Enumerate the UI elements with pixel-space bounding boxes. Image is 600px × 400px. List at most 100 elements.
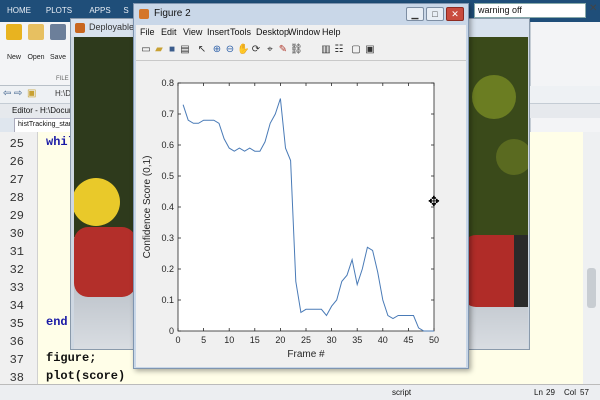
colorbar-icon[interactable]: ▥ <box>320 44 332 56</box>
line-number: 25 <box>9 137 24 151</box>
menu-file[interactable]: File <box>140 27 155 37</box>
editor-scrollbar[interactable] <box>583 132 600 384</box>
menu-view[interactable]: View <box>183 27 202 37</box>
matlab-icon <box>75 23 85 33</box>
status-col: 57 <box>580 388 589 397</box>
y-tick-label: 0.4 <box>161 202 174 212</box>
x-tick-label: 10 <box>224 335 234 345</box>
rotate-icon[interactable]: ⟳ <box>250 44 262 56</box>
zoom-out-icon[interactable]: ⊖ <box>224 44 236 56</box>
status-ln: 29 <box>546 388 555 397</box>
y-axis-label: Confidence Score (0,1) <box>142 156 153 259</box>
pan-hand-icon[interactable]: ✋ <box>237 44 249 56</box>
move-cursor-icon: ✥ <box>428 193 440 209</box>
open-button-label: Open <box>27 54 45 61</box>
tab-home[interactable]: HOME <box>4 0 34 22</box>
editor-file-tab[interactable]: histTracking_start <box>14 118 76 132</box>
x-tick-label: 30 <box>327 335 337 345</box>
line-number-gutter: 25 26 27 28 29 30 31 32 33 34 35 36 37 38 <box>0 132 38 385</box>
line-number: 36 <box>9 335 24 349</box>
save-button[interactable]: Save <box>46 24 70 61</box>
y-tick-label: 0.5 <box>161 171 174 181</box>
x-axis-label: Frame # <box>287 349 325 360</box>
open-file-icon[interactable]: ▰ <box>153 44 165 56</box>
line-number: 33 <box>9 281 24 295</box>
x-tick-label: 45 <box>403 335 413 345</box>
brush-icon[interactable]: ✎ <box>277 44 289 56</box>
data-cursor-icon[interactable]: ⌖ <box>264 44 276 56</box>
zoom-in-icon[interactable]: ⊕ <box>211 44 223 56</box>
show-plot-tools-icon[interactable]: ▣ <box>364 44 376 56</box>
y-tick-label: 0.7 <box>161 109 174 119</box>
open-folder-icon <box>28 24 44 40</box>
x-tick-label: 40 <box>378 335 388 345</box>
figure-canvas[interactable]: 0 5 10 15 20 25 30 35 40 45 50 0 0.1 0.2 0.3 0.4 0.5 0.6 0… <box>136 61 466 367</box>
legend-icon[interactable]: ☷ <box>333 44 345 56</box>
status-bar: script Ln 29 Col 57 <box>0 384 600 400</box>
maximize-button[interactable]: □ <box>426 7 444 21</box>
link-icon[interactable]: ⛓ <box>290 44 303 56</box>
save-button-label: Save <box>50 54 66 61</box>
figure-icon <box>139 9 149 19</box>
line-number: 34 <box>9 299 24 313</box>
menu-help[interactable]: Help <box>322 27 341 37</box>
menu-tools[interactable]: Tools <box>230 27 251 37</box>
x-tick-label: 5 <box>201 335 206 345</box>
y-tick-label: 0.2 <box>161 264 174 274</box>
x-tick-label: 50 <box>429 335 439 345</box>
file-section-label: FILE <box>56 76 69 82</box>
y-tick-label: 0.1 <box>161 295 174 305</box>
close-button[interactable]: ✕ <box>446 7 464 21</box>
figure-window[interactable]: Figure 2 ▁ □ ✕ File Edit View Insert Too… <box>133 3 469 369</box>
select-arrow-icon[interactable]: ↖ <box>196 44 208 56</box>
line-number: 30 <box>9 227 24 241</box>
line-number: 26 <box>9 155 24 169</box>
new-button[interactable]: New <box>2 24 26 61</box>
new-plus-icon <box>6 24 22 40</box>
figure-menubar: File Edit View Insert Tools Desktop Wind… <box>136 25 466 41</box>
editor-title: Editor - H:\Docum <box>12 106 76 115</box>
x-tick-label: 15 <box>250 335 260 345</box>
x-tick-label: 20 <box>275 335 285 345</box>
hide-plot-tools-icon[interactable]: ▢ <box>350 44 362 56</box>
minimize-button[interactable]: ▁ <box>406 7 424 21</box>
menu-desktop[interactable]: Desktop <box>256 27 289 37</box>
status-col-label: Col <box>564 388 577 397</box>
figure-title: Figure 2 <box>154 8 191 19</box>
figure-toolbar: ▭ ▰ ■ ▤ ↖ ⊕ ⊖ ✋ ⟳ ⌖ ✎ ⛓ ▥ ☷ ▢ ▣ <box>136 41 466 61</box>
code-line-figure[interactable]: figure; <box>46 351 96 365</box>
new-figure-icon[interactable]: ▭ <box>140 44 152 56</box>
confidence-score-chart: 0 5 10 15 20 25 30 35 40 45 50 0 0.1 0.2 0.3 0.4 0.5 0.6 0… <box>142 78 439 360</box>
axes-box <box>177 82 435 332</box>
close-icon[interactable]: ✕ <box>589 3 597 14</box>
x-tick-label: 0 <box>175 335 180 345</box>
line-number: 35 <box>9 317 24 331</box>
scroll-thumb[interactable] <box>587 268 596 308</box>
save-disk-icon <box>50 24 66 40</box>
code-line-plot[interactable]: plot(score) <box>46 369 125 383</box>
line-number: 31 <box>9 245 24 259</box>
x-tick-label: 25 <box>301 335 311 345</box>
y-tick-label: 0.8 <box>161 78 174 88</box>
print-icon[interactable]: ▤ <box>179 44 191 56</box>
line-number: 28 <box>9 191 24 205</box>
folder-up-icon[interactable]: ▣ <box>27 88 36 99</box>
y-tick-label: 0.3 <box>161 233 174 243</box>
y-tick-label: 0.6 <box>161 140 174 150</box>
line-number: 37 <box>9 353 24 367</box>
command-search-box[interactable]: warning off <box>474 3 586 18</box>
save-icon[interactable]: ■ <box>166 44 178 56</box>
forward-arrow-icon[interactable]: ⇨ <box>14 88 22 99</box>
code-line-end[interactable]: end <box>46 315 68 329</box>
menu-window[interactable]: Window <box>288 27 320 37</box>
status-mode: script <box>392 388 412 397</box>
line-number: 38 <box>9 371 24 385</box>
menu-edit[interactable]: Edit <box>161 27 177 37</box>
line-number: 32 <box>9 263 24 277</box>
back-arrow-icon[interactable]: ⇦ <box>3 88 11 99</box>
status-ln-label: Ln <box>534 388 543 397</box>
menu-insert[interactable]: Insert <box>207 27 230 37</box>
line-number: 29 <box>9 209 24 223</box>
open-button[interactable]: Open <box>24 24 48 61</box>
figure-titlebar[interactable]: Figure 2 ▁ □ ✕ <box>134 4 468 24</box>
